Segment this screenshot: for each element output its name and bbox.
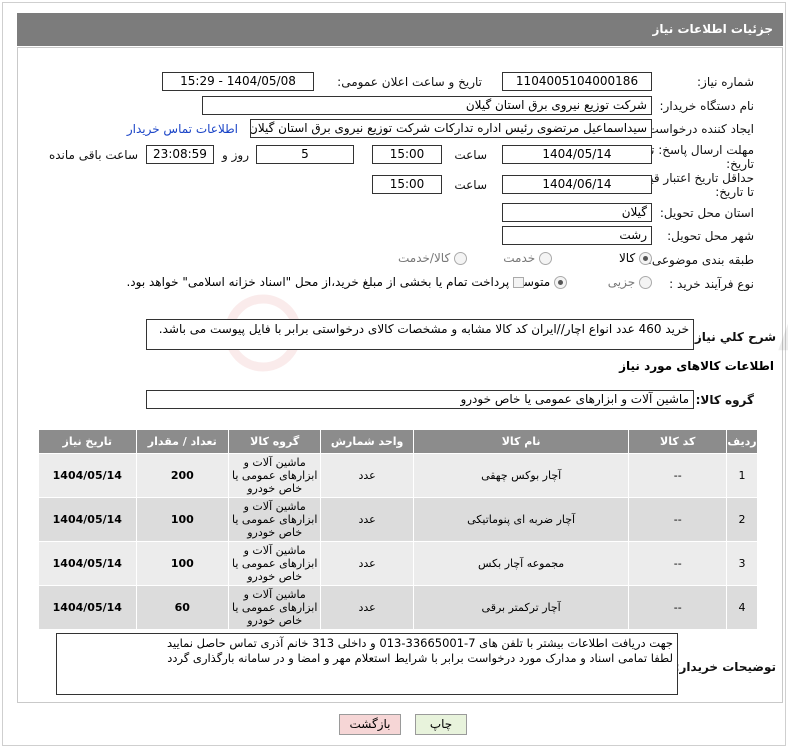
col-name: نام کالا <box>412 429 630 454</box>
buyer-notes-field[interactable]: جهت دریافت اطلاعات بیشتر با تلفن های 7-3… <box>56 633 678 695</box>
goods-section-title: اطلاعات کالاهای مورد نیاز <box>619 359 774 373</box>
cell-row: 3 <box>725 541 759 586</box>
cell-group: ماشین آلات و ابزارهای عمومی یا خاص خودرو <box>227 497 322 542</box>
cell-date: 1404/05/14 <box>38 585 137 630</box>
table-row[interactable]: 4 -- آچار ترکمتر برقی عدد ماشین آلات و ا… <box>38 585 759 630</box>
deadline-time-label: ساعت <box>454 148 487 162</box>
category-goods-service-label: کالا/خدمت <box>397 251 451 265</box>
print-button[interactable]: چاپ <box>415 714 467 735</box>
cell-qty: 60 <box>135 585 230 630</box>
watermark-text: AriaTender.neT <box>778 300 788 363</box>
deadline-time-field[interactable]: 15:00 <box>372 145 442 164</box>
price-validity-label-line2: تا تاریخ: <box>715 185 754 199</box>
need-number-label: شماره نیاز: <box>697 75 754 89</box>
cell-code: -- <box>628 453 727 498</box>
cell-row: 2 <box>725 497 759 542</box>
announce-label: تاریخ و ساعت اعلان عمومی: <box>337 75 482 89</box>
process-label: نوع فرآیند خرید : <box>669 277 754 291</box>
remaining-label: ساعت باقی مانده <box>48 148 138 162</box>
buyer-notes-label: توضیحات خریدار: <box>674 660 776 674</box>
details-panel: AriaTender.neT شماره نیاز: 1104005104000… <box>17 47 788 703</box>
city-label: شهر محل تحویل: <box>667 229 754 243</box>
back-button[interactable]: بازگشت <box>339 714 401 735</box>
cell-name: آچار ضربه ای پنوماتیکی <box>412 497 630 542</box>
price-validity-time-label: ساعت <box>454 178 487 192</box>
items-table-header: ردیف کد کالا نام کالا واحد شمارش گروه کا… <box>38 429 759 454</box>
col-row: ردیف <box>725 429 759 454</box>
cell-group: ماشین آلات و ابزارهای عمومی یا خاص خودرو <box>227 585 322 630</box>
cell-qty: 100 <box>135 541 230 586</box>
category-label: طبقه بندی موضوعی: <box>647 253 754 267</box>
radio-selected-icon[interactable] <box>554 276 567 289</box>
category-service-label: خدمت <box>503 251 536 265</box>
checkbox-icon[interactable] <box>513 277 524 288</box>
deadline-label: مهلت ارسال پاسخ: تا تاریخ: <box>644 143 754 171</box>
goods-group-label: گروه کالا: <box>695 393 754 407</box>
table-row[interactable]: 3 -- مجموعه آچار بکس عدد ماشین آلات و اب… <box>38 541 759 586</box>
radio-icon[interactable] <box>454 252 467 265</box>
col-unit: واحد شمارش <box>320 429 414 454</box>
contact-info-link[interactable]: اطلاعات تماس خریدار <box>127 122 238 136</box>
city-field[interactable]: رشت <box>502 226 652 245</box>
radio-icon[interactable] <box>639 276 652 289</box>
days-field[interactable]: 5 <box>256 145 354 164</box>
cell-date: 1404/05/14 <box>38 497 137 542</box>
process-partial-label: جزیی <box>607 275 636 289</box>
cell-name: مجموعه آچار بکس <box>412 541 630 586</box>
items-table: ردیف کد کالا نام کالا واحد شمارش گروه کا… <box>38 429 759 630</box>
cell-code: -- <box>628 541 727 586</box>
buyer-field[interactable]: شرکت توزیع نیروی برق استان گیلان <box>202 96 652 115</box>
need-number-field[interactable]: 1104005104000186 <box>502 72 652 91</box>
radio-selected-icon[interactable] <box>639 252 652 265</box>
cell-name: آچار ترکمتر برقی <box>412 585 630 630</box>
price-validity-time-field[interactable]: 15:00 <box>372 175 442 194</box>
deadline-date-field[interactable]: 1404/05/14 <box>502 145 652 164</box>
cell-unit: عدد <box>320 453 414 498</box>
category-radio-goods-service[interactable]: کالا/خدمت <box>398 251 467 265</box>
cell-row: 4 <box>725 585 759 630</box>
cell-name: آچار بوکس چهقی <box>412 453 630 498</box>
category-radio-service[interactable]: خدمت <box>503 251 552 265</box>
cell-group: ماشین آلات و ابزارهای عمومی یا خاص خودرو <box>227 453 322 498</box>
cell-row: 1 <box>725 453 759 498</box>
cell-unit: عدد <box>320 497 414 542</box>
deadline-label-line1: مهلت ارسال پاسخ: تا <box>647 143 754 157</box>
payment-note: پرداخت تمام یا بخشی از مبلغ خرید،از محل … <box>126 275 510 289</box>
creator-field[interactable]: سیداسماعیل مرتضوی رئیس اداره تدارکات شرک… <box>250 119 652 138</box>
table-row[interactable]: 2 -- آچار ضربه ای پنوماتیکی عدد ماشین آل… <box>38 497 759 542</box>
price-validity-date-field[interactable]: 1404/06/14 <box>502 175 652 194</box>
category-goods-label: کالا <box>618 251 636 265</box>
cell-qty: 200 <box>135 453 230 498</box>
creator-label: ایجاد کننده درخواست: <box>643 122 754 136</box>
table-row[interactable]: 1 -- آچار بوکس چهقی عدد ماشین آلات و ابز… <box>38 453 759 498</box>
payment-checkbox-row[interactable]: پرداخت تمام یا بخشی از مبلغ خرید،از محل … <box>126 275 524 289</box>
deadline-label-line2: تاریخ: <box>726 157 754 171</box>
cell-code: -- <box>628 497 727 542</box>
cell-date: 1404/05/14 <box>38 541 137 586</box>
buyer-label: نام دستگاه خریدار: <box>659 99 755 113</box>
page-container: جزئیات اطلاعات نیاز AriaTender.neT شماره… <box>2 2 788 746</box>
category-radio-goods[interactable]: کالا <box>619 251 652 265</box>
cell-qty: 100 <box>135 497 230 542</box>
description-field[interactable]: خرید 460 عدد انواع اچار//ایران کد کالا م… <box>146 319 694 350</box>
cell-unit: عدد <box>320 541 414 586</box>
cell-group: ماشین آلات و ابزارهای عمومی یا خاص خودرو <box>227 541 322 586</box>
col-code: کد کالا <box>628 429 727 454</box>
description-label: شرح کلي نياز: <box>690 330 776 344</box>
province-label: استان محل تحویل: <box>659 206 754 220</box>
col-group: گروه کالا <box>227 429 322 454</box>
col-date: تاریخ نیاز <box>38 429 137 454</box>
announce-field[interactable]: 1404/05/08 - 15:29 <box>162 72 314 91</box>
days-label: روز و <box>222 148 249 162</box>
page-title: جزئیات اطلاعات نیاز <box>17 13 783 46</box>
cell-unit: عدد <box>320 585 414 630</box>
radio-icon[interactable] <box>539 252 552 265</box>
province-field[interactable]: گیلان <box>502 203 652 222</box>
col-qty: تعداد / مقدار <box>135 429 230 454</box>
goods-group-field[interactable]: ماشین آلات و ابزارهای عمومی یا خاص خودرو <box>146 390 694 409</box>
remaining-time-field[interactable]: 23:08:59 <box>146 145 214 164</box>
cell-date: 1404/05/14 <box>38 453 137 498</box>
process-radio-partial[interactable]: جزیی <box>608 275 652 289</box>
cell-code: -- <box>628 585 727 630</box>
